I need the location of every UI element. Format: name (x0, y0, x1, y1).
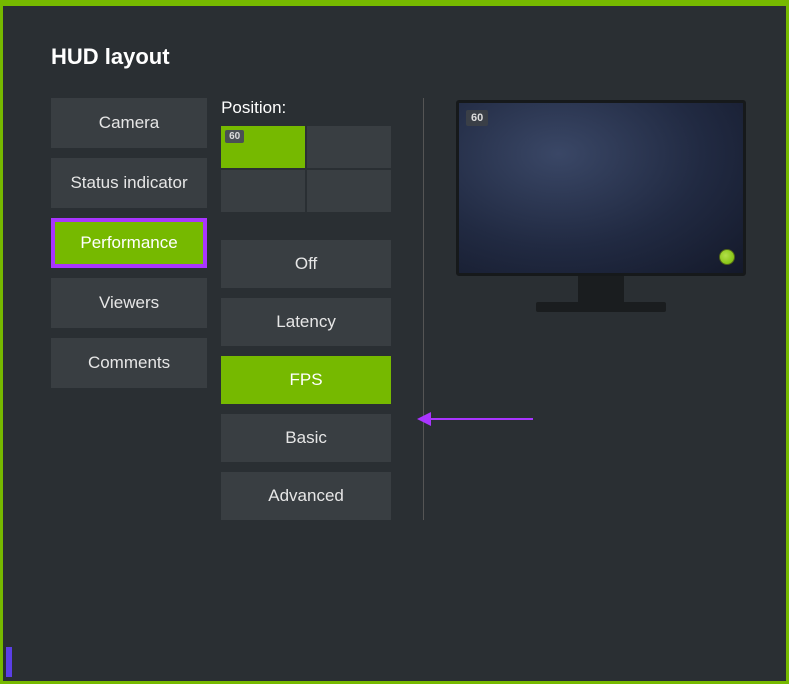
sidebar-item-status-indicator[interactable]: Status indicator (51, 158, 207, 208)
sidebar-item-viewers[interactable]: Viewers (51, 278, 207, 328)
vertical-divider (423, 98, 424, 520)
option-latency[interactable]: Latency (221, 298, 391, 346)
arrow-line (431, 418, 533, 420)
option-advanced[interactable]: Advanced (221, 472, 391, 520)
page-title: HUD layout (51, 44, 746, 70)
option-fps[interactable]: FPS (221, 356, 391, 404)
monitor-stand-neck (578, 276, 624, 302)
arrow-head-icon (417, 412, 431, 426)
position-cell-bottom-left[interactable] (221, 170, 305, 212)
monitor-stand-base (536, 302, 666, 312)
hud-preview: 60 (456, 98, 746, 520)
monitor-screen: 60 (456, 100, 746, 276)
sidebar-item-performance[interactable]: Performance (51, 218, 207, 268)
position-cell-top-right[interactable] (307, 126, 391, 168)
position-grid: 60 (221, 126, 391, 212)
position-label: Position: (221, 98, 391, 118)
sidebar-item-camera[interactable]: Camera (51, 98, 207, 148)
bottom-left-accent (6, 647, 12, 677)
position-cell-bottom-right[interactable] (307, 170, 391, 212)
option-basic[interactable]: Basic (221, 414, 391, 462)
nvidia-logo-icon (719, 249, 735, 265)
option-off[interactable]: Off (221, 240, 391, 288)
annotation-arrow (419, 412, 533, 426)
preview-fps-badge: 60 (466, 110, 488, 126)
performance-mode-list: Off Latency FPS Basic Advanced (221, 240, 391, 520)
hud-category-sidebar: Camera Status indicator Performance View… (51, 98, 207, 520)
position-cell-top-left[interactable]: 60 (221, 126, 305, 168)
sidebar-item-comments[interactable]: Comments (51, 338, 207, 388)
position-fps-badge: 60 (225, 130, 244, 143)
